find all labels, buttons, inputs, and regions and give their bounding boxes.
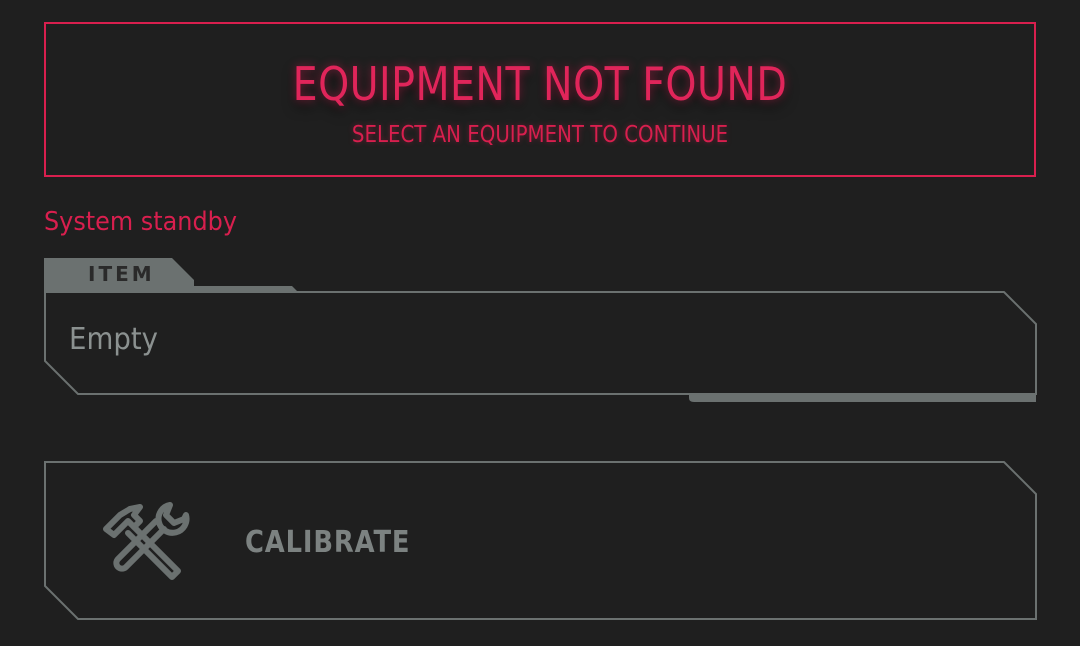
item-field[interactable]: ITEM Empty	[44, 258, 1038, 408]
calibrate-button[interactable]: CALIBRATE	[44, 461, 1038, 621]
item-tab-label: ITEM	[88, 262, 155, 286]
item-field-accent-bar	[689, 394, 1036, 402]
item-field-value: Empty	[69, 322, 159, 357]
hammer-wrench-icon	[103, 502, 190, 580]
calibrate-button-label: CALIBRATE	[245, 525, 411, 560]
alert-title: EQUIPMENT NOT FOUND	[292, 57, 788, 111]
equipment-alert-box: EQUIPMENT NOT FOUND SELECT AN EQUIPMENT …	[44, 22, 1036, 177]
item-field-frame	[44, 258, 1037, 402]
equipment-panel: EQUIPMENT NOT FOUND SELECT AN EQUIPMENT …	[0, 0, 1080, 646]
system-status-text: System standby	[44, 207, 237, 237]
item-field-outline	[44, 291, 1037, 395]
calibrate-button-frame	[44, 461, 1037, 620]
alert-subtitle: SELECT AN EQUIPMENT TO CONTINUE	[351, 122, 729, 148]
